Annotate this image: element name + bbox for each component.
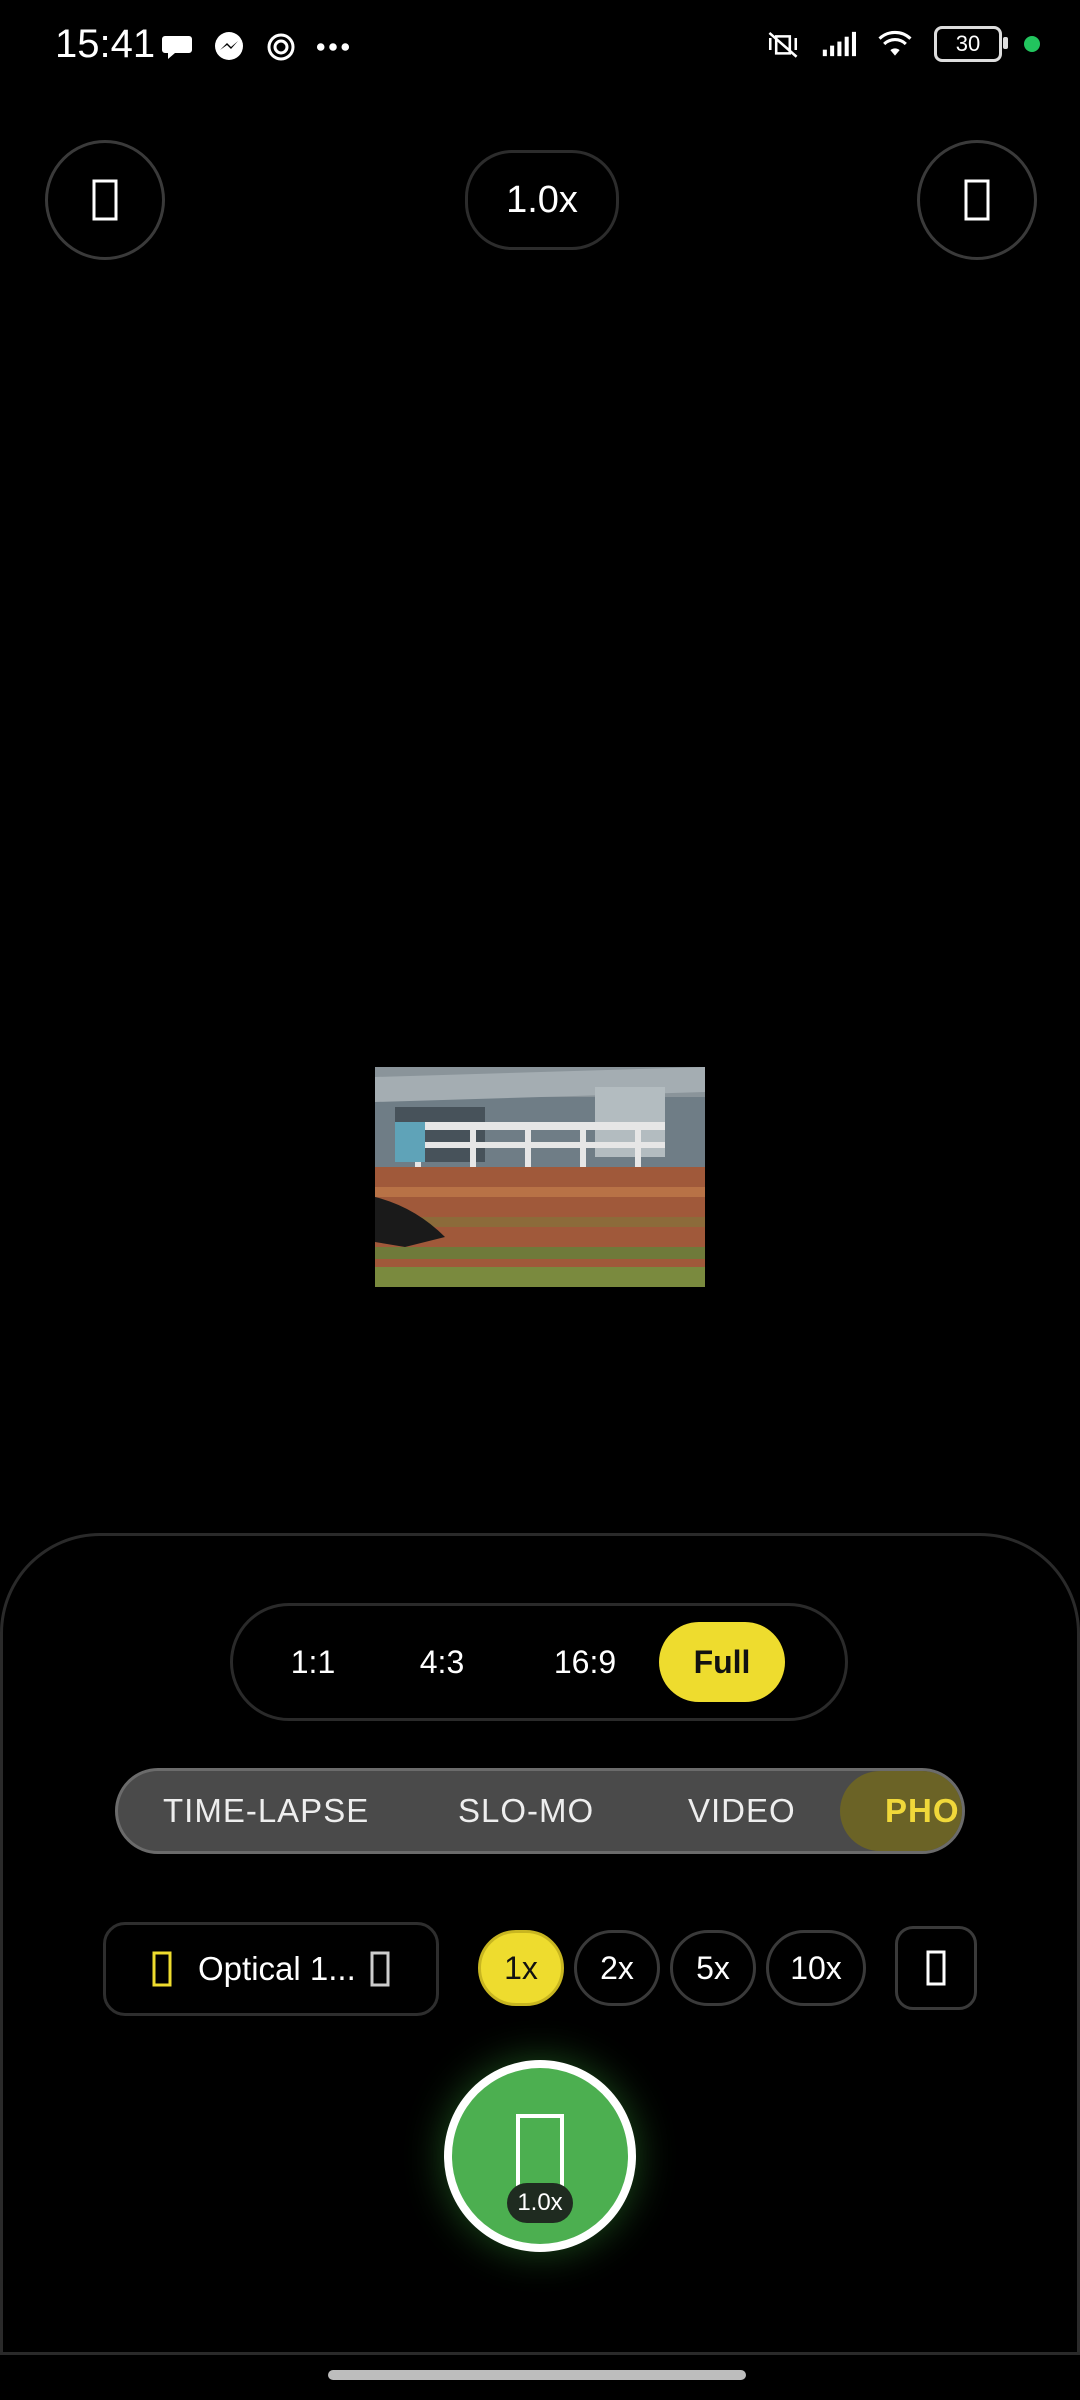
shutter-button[interactable] [444, 2060, 636, 2252]
flash-button[interactable] [917, 140, 1037, 260]
aspect-option-full[interactable]: Full [659, 1622, 785, 1702]
messenger-icon [212, 30, 246, 64]
mode-selector: TIME-LAPSE SLO-MO VIDEO PHO [115, 1768, 965, 1854]
zoom-chip-2x[interactable]: 2x [574, 1930, 660, 2006]
shutter-zoom-badge: 1.0x [507, 2183, 573, 2223]
settings-icon [92, 179, 118, 221]
notification-icons [160, 30, 350, 64]
aspect-option-1-1[interactable]: 1:1 [253, 1622, 373, 1702]
zoom-chip-10x[interactable]: 10x [766, 1930, 866, 2006]
privacy-indicator-dot [1024, 36, 1040, 52]
mode-photo[interactable]: PHO [885, 1771, 960, 1851]
nav-divider [0, 2352, 1080, 2355]
mode-slo-mo[interactable]: SLO-MO [458, 1771, 594, 1851]
zoom-level-button[interactable]: 1.0x [465, 150, 619, 250]
mode-video[interactable]: VIDEO [688, 1771, 796, 1851]
settings-button[interactable] [45, 140, 165, 260]
chat-bubble-icon [160, 30, 194, 64]
preview-image [375, 1067, 705, 1287]
status-time: 15:41 [55, 22, 156, 66]
battery-level: 30 [955, 31, 981, 56]
lens-selector-button[interactable]: Optical 1... [103, 1922, 439, 2016]
flash-icon [964, 179, 990, 221]
options-icon [926, 1950, 946, 1986]
zoom-chip-1x[interactable]: 1x [478, 1930, 564, 2006]
aspect-option-4-3[interactable]: 4:3 [373, 1622, 511, 1702]
lens-label: Optical 1... [198, 1950, 356, 1987]
camera-lens-icon [152, 1951, 172, 1987]
camera-preview[interactable] [375, 1067, 705, 1287]
home-indicator[interactable] [328, 2370, 746, 2380]
aspect-ratio-selector: 1:1 4:3 16:9 Full [230, 1603, 848, 1721]
mode-time-lapse[interactable]: TIME-LAPSE [163, 1771, 369, 1851]
aspect-option-16-9[interactable]: 16:9 [511, 1622, 659, 1702]
swirl-app-icon [264, 30, 298, 64]
signal-icon [822, 27, 856, 61]
battery-icon: 30 [934, 26, 1008, 62]
system-icons: 30 [766, 26, 1040, 62]
wifi-icon [878, 27, 912, 61]
more-dots-icon [316, 30, 350, 64]
zoom-chip-5x[interactable]: 5x [670, 1930, 756, 2006]
chevron-icon [370, 1951, 390, 1987]
lens-options-button[interactable] [895, 1926, 977, 2010]
vibrate-off-icon [766, 27, 800, 61]
